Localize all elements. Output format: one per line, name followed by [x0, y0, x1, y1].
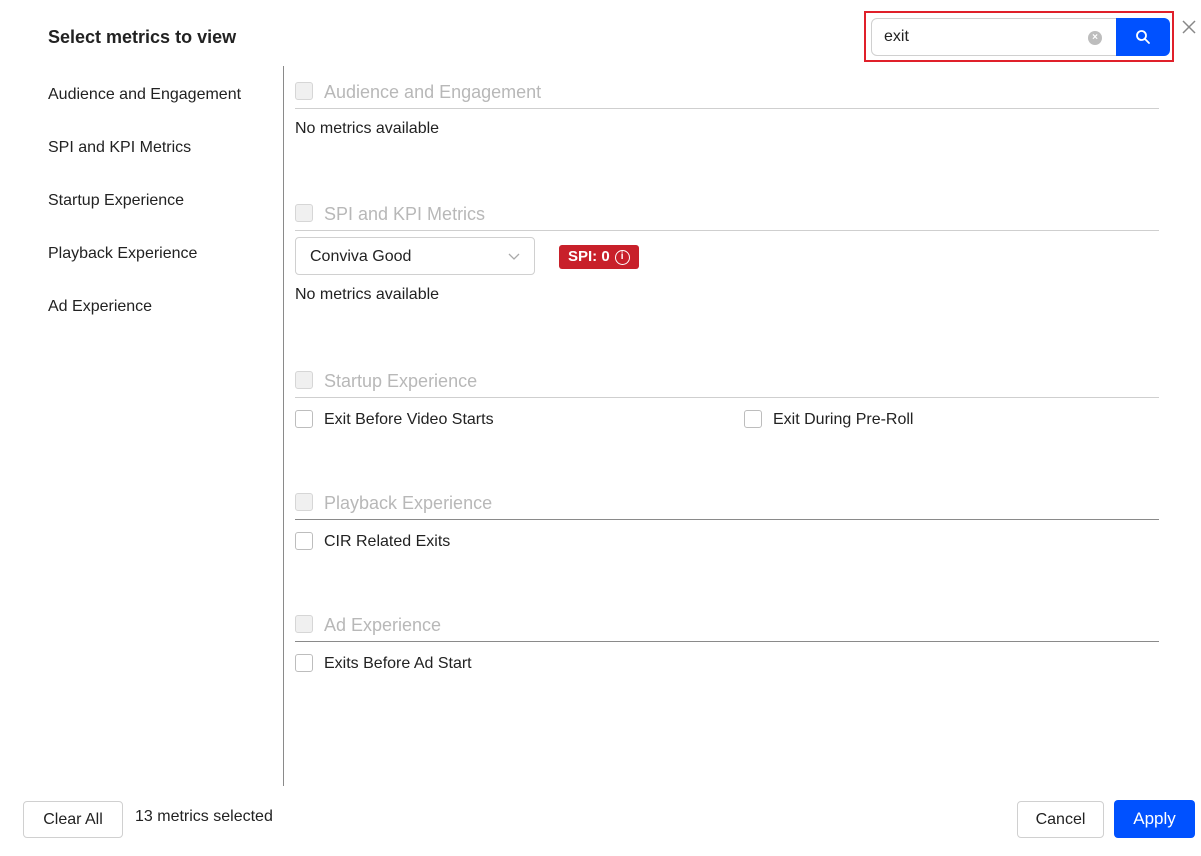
section-header-audience: Audience and Engagement	[295, 81, 1159, 109]
section-title-spi: SPI and KPI Metrics	[324, 204, 486, 224]
empty-message-spi: No metrics available	[295, 286, 440, 303]
search-icon	[1136, 30, 1150, 44]
sidebar-item-audience-engagement[interactable]: Audience and Engagement	[48, 84, 241, 137]
section-header-startup: Startup Experience	[295, 370, 1159, 398]
dialog-title: Select metrics to view	[48, 27, 237, 47]
section-title-ad: Ad Experience	[324, 615, 442, 635]
section-title-audience: Audience and Engagement	[324, 82, 542, 102]
metric-label: Exits Before Ad Start	[324, 655, 472, 672]
metric-checkbox[interactable]	[295, 654, 313, 672]
info-icon[interactable]: i	[614, 249, 630, 265]
section-checkbox-ad	[295, 615, 313, 633]
section-header-playback: Playback Experience	[295, 492, 1159, 520]
section-checkbox-spi	[295, 204, 313, 222]
metric-label: CIR Related Exits	[324, 533, 451, 550]
clear-input-icon[interactable]: ×	[1088, 31, 1102, 45]
sidebar-item-startup[interactable]: Startup Experience	[48, 190, 241, 243]
clear-all-button[interactable]: Clear All	[23, 801, 123, 838]
vertical-divider	[283, 66, 284, 786]
cancel-button[interactable]: Cancel	[1017, 801, 1104, 838]
spi-profile-select[interactable]: Conviva Good	[295, 237, 535, 275]
search-box: ×	[871, 18, 1170, 56]
section-header-ad: Ad Experience	[295, 614, 1159, 642]
sidebar-item-spi-kpi[interactable]: SPI and KPI Metrics	[48, 137, 241, 190]
metric-checkbox[interactable]	[744, 410, 762, 428]
sidebar-item-playback[interactable]: Playback Experience	[48, 243, 241, 296]
spi-badge-text: SPI: 0	[568, 248, 610, 265]
section-checkbox-playback	[295, 493, 313, 511]
chevron-down-icon	[508, 253, 520, 260]
section-header-spi: SPI and KPI Metrics	[295, 203, 1159, 231]
section-checkbox-audience	[295, 82, 313, 100]
section-title-startup: Startup Experience	[324, 371, 478, 391]
spi-badge: SPI: 0 i	[559, 245, 639, 269]
metric-label: Exit Before Video Starts	[324, 411, 494, 428]
apply-button[interactable]: Apply	[1114, 800, 1195, 838]
search-button[interactable]	[1116, 18, 1170, 56]
close-icon[interactable]	[1180, 18, 1198, 36]
select-value: Conviva Good	[310, 248, 412, 265]
section-title-playback: Playback Experience	[324, 493, 493, 513]
metric-label: Exit During Pre-Roll	[773, 411, 914, 428]
metric-checkbox[interactable]	[295, 410, 313, 428]
metric-checkbox[interactable]	[295, 532, 313, 550]
empty-message-audience: No metrics available	[295, 120, 440, 137]
section-checkbox-startup	[295, 371, 313, 389]
search-input[interactable]	[884, 27, 1074, 47]
sidebar-item-ad[interactable]: Ad Experience	[48, 296, 241, 349]
category-sidebar: Audience and Engagement SPI and KPI Metr…	[48, 84, 241, 349]
selected-count: 13 metrics selected	[135, 808, 273, 825]
